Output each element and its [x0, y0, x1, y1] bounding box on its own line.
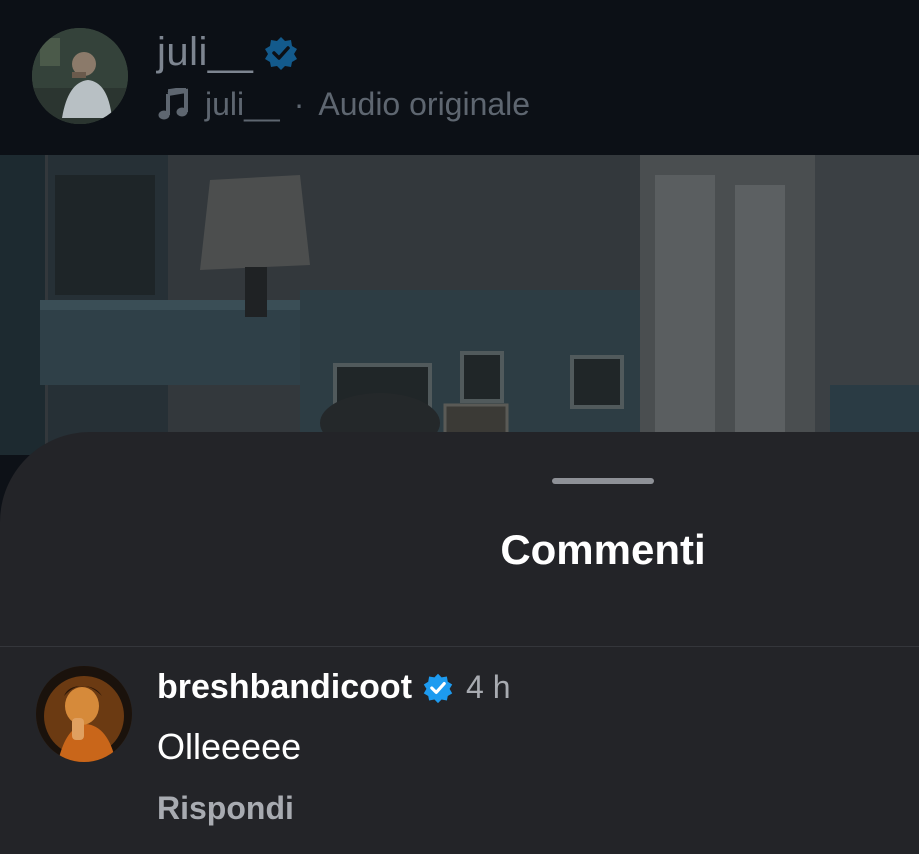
- audio-separator: ·: [293, 86, 305, 122]
- audio-row[interactable]: juli__ · Audio originale: [157, 86, 530, 123]
- comment-header: breshbandicoot 4 h: [157, 668, 511, 707]
- reel-author-header: juli__ juli__ · Audio originale: [0, 0, 919, 155]
- comment-timestamp: 4 h: [466, 669, 511, 705]
- verified-badge-icon: [265, 36, 298, 70]
- sheet-title: Commenti: [500, 526, 706, 573]
- sheet-drag-handle[interactable]: [552, 478, 654, 484]
- author-name-row: juli__: [157, 30, 299, 75]
- music-note-icon: [158, 87, 188, 119]
- comments-sheet: Commenti breshbandicoot 4 h Olleeeee Ris…: [0, 432, 919, 854]
- author-name[interactable]: juli__: [157, 30, 253, 75]
- author-avatar-image: [32, 28, 128, 124]
- verified-badge-icon: [423, 673, 453, 703]
- sheet-divider: [0, 646, 919, 647]
- audio-author: juli__: [205, 86, 280, 122]
- video-frame-image: [0, 155, 919, 455]
- author-avatar[interactable]: [32, 28, 128, 124]
- comment-text: Olleeeee: [157, 726, 302, 767]
- commenter-username[interactable]: breshbandicoot: [157, 668, 412, 707]
- commenter-avatar[interactable]: [36, 666, 132, 762]
- commenter-avatar-image: [36, 666, 132, 762]
- reel-screen: juli__ juli__ · Audio originale Commenti…: [0, 0, 919, 854]
- reel-video[interactable]: [0, 155, 919, 455]
- reply-button[interactable]: Rispondi: [157, 790, 294, 827]
- audio-label: Audio originale: [318, 86, 531, 122]
